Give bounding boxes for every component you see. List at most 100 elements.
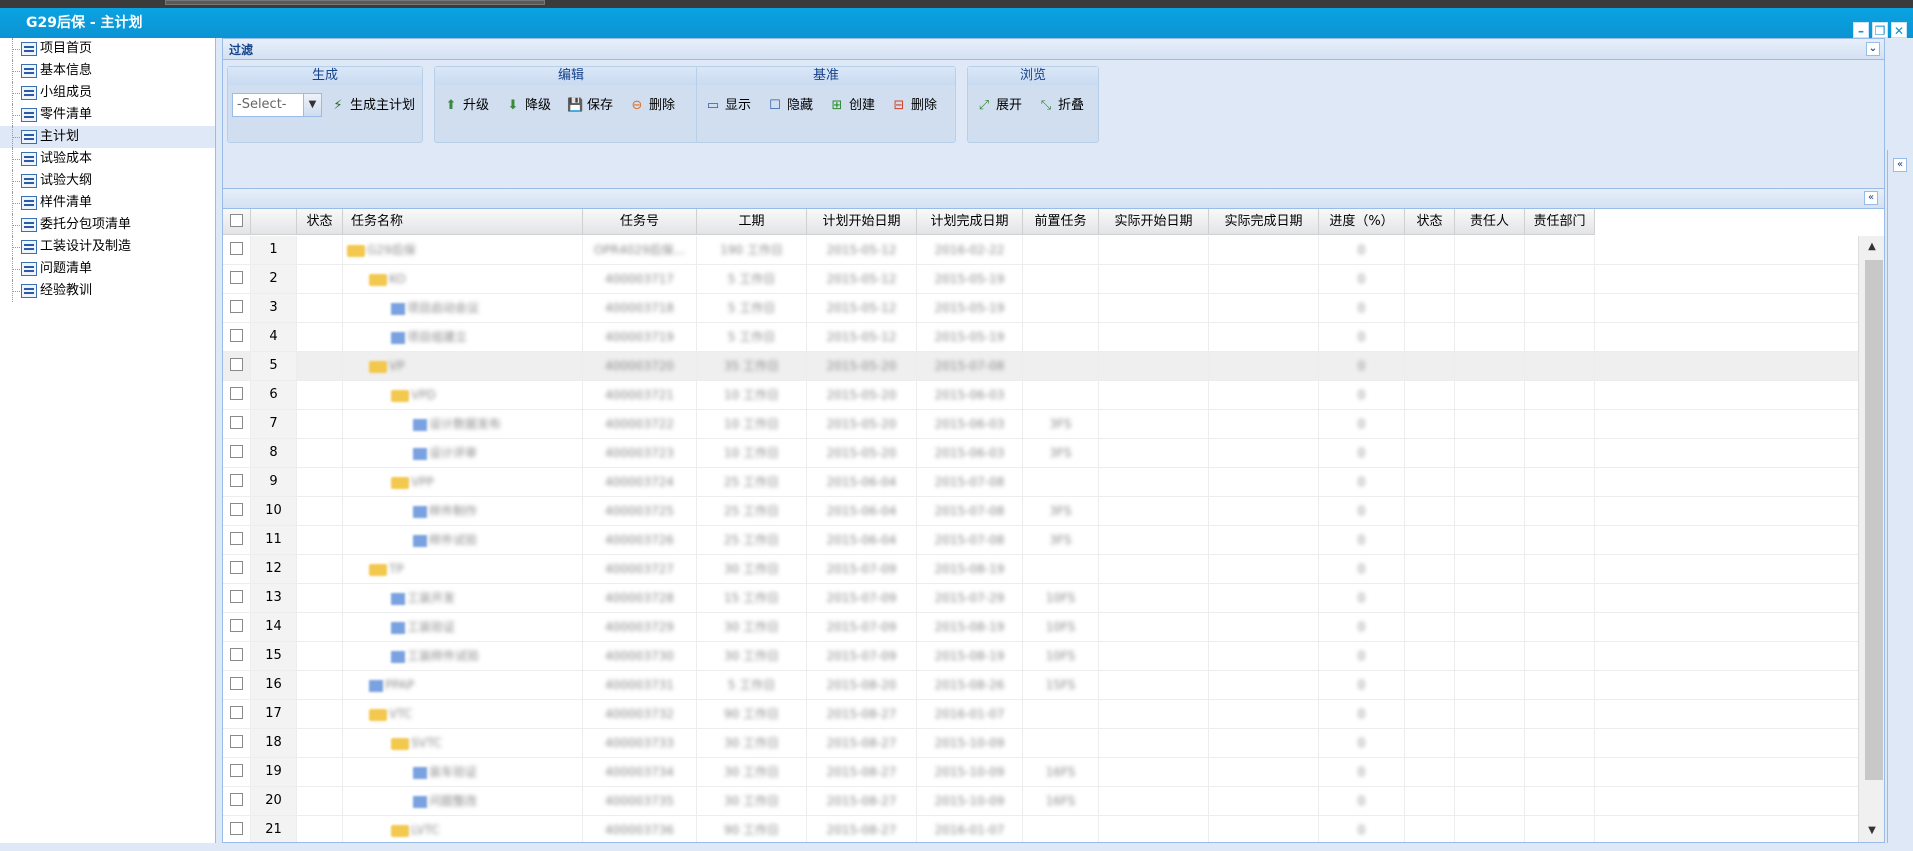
expand-right-icon[interactable]: « (1893, 158, 1907, 172)
row-checkbox[interactable] (230, 590, 243, 603)
table-row[interactable]: 6 VPD 400003721 10 工作日 2015-05-20 2015-06-03 0 (223, 381, 1859, 410)
row-checkbox-cell[interactable] (223, 758, 251, 786)
row-checkbox[interactable] (230, 561, 243, 574)
table-row[interactable]: 13 工装开发 400003728 15 工作日 2015-07-09 2015-07-2… (223, 584, 1859, 613)
task-name-cell[interactable]: 设计评审 (343, 439, 583, 467)
table-row[interactable]: 2 KO 400003717 5 工作日 2015-05-12 2015-05-19 0 (223, 265, 1859, 294)
column-header[interactable]: 责任人 (1455, 209, 1525, 235)
row-checkbox[interactable] (230, 271, 243, 284)
baseline-delete-button[interactable]: ⊟ 删除 (891, 95, 937, 117)
task-name-cell[interactable]: TP (343, 555, 583, 583)
row-checkbox-cell[interactable] (223, 613, 251, 641)
sidebar-item[interactable]: 试验大纲 (0, 170, 215, 192)
row-checkbox[interactable] (230, 242, 243, 255)
right-collapsed-panel[interactable]: « (1887, 150, 1913, 843)
row-checkbox[interactable] (230, 793, 243, 806)
row-checkbox-cell[interactable] (223, 381, 251, 409)
row-checkbox-cell[interactable] (223, 787, 251, 815)
column-header[interactable]: 状态 (297, 209, 343, 235)
expand-filter-icon[interactable]: ⌄ (1866, 42, 1880, 56)
column-header[interactable]: 计划完成日期 (917, 209, 1023, 235)
table-row[interactable]: 16 PPAP 400003731 5 工作日 2015-08-20 2015-08-26… (223, 671, 1859, 700)
task-name-cell[interactable]: VPP (343, 468, 583, 496)
table-row[interactable]: 8 设计评审 400003723 10 工作日 2015-05-20 2015-06-03… (223, 439, 1859, 468)
column-header[interactable]: 实际开始日期 (1099, 209, 1209, 235)
row-checkbox[interactable] (230, 358, 243, 371)
task-name-cell[interactable]: 装车验证 (343, 758, 583, 786)
row-checkbox[interactable] (230, 329, 243, 342)
row-checkbox[interactable] (230, 445, 243, 458)
delete-button[interactable]: ⊖ 删除 (629, 95, 675, 117)
table-row[interactable]: 3 项目启动会议 400003718 5 工作日 2015-05-12 2015-05-1… (223, 294, 1859, 323)
table-row[interactable]: 5 VP 400003720 35 工作日 2015-05-20 2015-07-08 0 (223, 352, 1859, 381)
row-checkbox-cell[interactable] (223, 584, 251, 612)
row-checkbox[interactable] (230, 648, 243, 661)
row-checkbox[interactable] (230, 532, 243, 545)
task-name-cell[interactable]: VPD (343, 381, 583, 409)
row-checkbox[interactable] (230, 503, 243, 516)
row-checkbox[interactable] (230, 619, 243, 632)
table-row[interactable]: 9 VPP 400003724 25 工作日 2015-06-04 2015-07-08 0 (223, 468, 1859, 497)
row-checkbox[interactable] (230, 764, 243, 777)
task-name-cell[interactable]: 问题整改 (343, 787, 583, 815)
sidebar-item[interactable]: 基本信息 (0, 60, 215, 82)
row-checkbox[interactable] (230, 474, 243, 487)
table-row[interactable]: 21 LVTC 400003736 90 工作日 2015-08-27 2016-01-0… (223, 816, 1859, 842)
chevron-down-icon[interactable]: ▼ (303, 94, 321, 116)
row-checkbox[interactable] (230, 706, 243, 719)
grid-scrollbar[interactable]: ▲ ▼ (1858, 236, 1884, 842)
row-checkbox-cell[interactable] (223, 526, 251, 554)
sidebar-item[interactable]: 经验教训 (0, 280, 215, 302)
column-header[interactable]: 任务号 (583, 209, 697, 235)
row-checkbox-cell[interactable] (223, 816, 251, 842)
generate-plan-button[interactable]: ⚡ 生成主计划 (330, 95, 415, 117)
table-row[interactable]: 20 问题整改 400003735 30 工作日 2015-08-27 2015-10-0… (223, 787, 1859, 816)
sidebar-item[interactable]: 小组成员 (0, 82, 215, 104)
collapse-button[interactable]: ⤡ 折叠 (1038, 95, 1084, 117)
collapse-left-icon[interactable]: « (1864, 191, 1878, 205)
expand-button[interactable]: ⤢ 展开 (976, 95, 1022, 117)
task-name-cell[interactable]: 工装样件试验 (343, 642, 583, 670)
sidebar-item[interactable]: 零件清单 (0, 104, 215, 126)
task-name-cell[interactable]: 样件试验 (343, 526, 583, 554)
sidebar-item[interactable]: 样件清单 (0, 192, 215, 214)
table-row[interactable]: 18 SVTC 400003733 30 工作日 2015-08-27 2015-10-0… (223, 729, 1859, 758)
column-header[interactable]: 责任部门 (1525, 209, 1595, 235)
row-checkbox-cell[interactable] (223, 497, 251, 525)
task-name-cell[interactable]: 工装验证 (343, 613, 583, 641)
baseline-hide-button[interactable]: ☐ 隐藏 (767, 95, 813, 117)
sidebar-item[interactable]: 主计划 (0, 126, 215, 148)
row-checkbox-cell[interactable] (223, 410, 251, 438)
task-name-cell[interactable]: 设计数据发布 (343, 410, 583, 438)
scroll-up-icon[interactable]: ▲ (1865, 240, 1879, 254)
row-checkbox-cell[interactable] (223, 352, 251, 380)
column-header[interactable]: 进度（%） (1319, 209, 1405, 235)
sidebar-item[interactable]: 问题清单 (0, 258, 215, 280)
row-checkbox[interactable] (230, 387, 243, 400)
sidebar-item[interactable]: 委托分包项清单 (0, 214, 215, 236)
row-checkbox-cell[interactable] (223, 439, 251, 467)
restore-icon[interactable]: ❐ (1872, 22, 1888, 38)
task-name-cell[interactable]: 工装开发 (343, 584, 583, 612)
scrollbar-thumb[interactable] (1865, 260, 1883, 780)
task-name-cell[interactable]: LVTC (343, 816, 583, 842)
table-row[interactable]: 19 装车验证 400003734 30 工作日 2015-08-27 2015-10-0… (223, 758, 1859, 787)
close-icon[interactable]: ✕ (1891, 22, 1907, 38)
column-header[interactable]: 前置任务 (1023, 209, 1099, 235)
column-header[interactable]: 实际完成日期 (1209, 209, 1319, 235)
minimize-icon[interactable]: – (1853, 22, 1869, 38)
table-row[interactable]: 17 VTC 400003732 90 工作日 2015-08-27 2016-01-07… (223, 700, 1859, 729)
table-row[interactable]: 4 项目组建立 400003719 5 工作日 2015-05-12 2015-05-19… (223, 323, 1859, 352)
row-checkbox[interactable] (230, 416, 243, 429)
task-name-cell[interactable]: 项目组建立 (343, 323, 583, 351)
baseline-show-button[interactable]: ▭ 显示 (705, 95, 751, 117)
downgrade-button[interactable]: ⬇ 降级 (505, 95, 551, 117)
row-checkbox-cell[interactable] (223, 729, 251, 757)
baseline-create-button[interactable]: ⊞ 创建 (829, 95, 875, 117)
task-name-cell[interactable]: VTC (343, 700, 583, 728)
upgrade-button[interactable]: ⬆ 升级 (443, 95, 489, 117)
column-header[interactable]: 计划开始日期 (807, 209, 917, 235)
task-name-cell[interactable]: 项目启动会议 (343, 294, 583, 322)
generate-select[interactable]: -Select- ▼ (232, 93, 322, 117)
row-checkbox-cell[interactable] (223, 642, 251, 670)
